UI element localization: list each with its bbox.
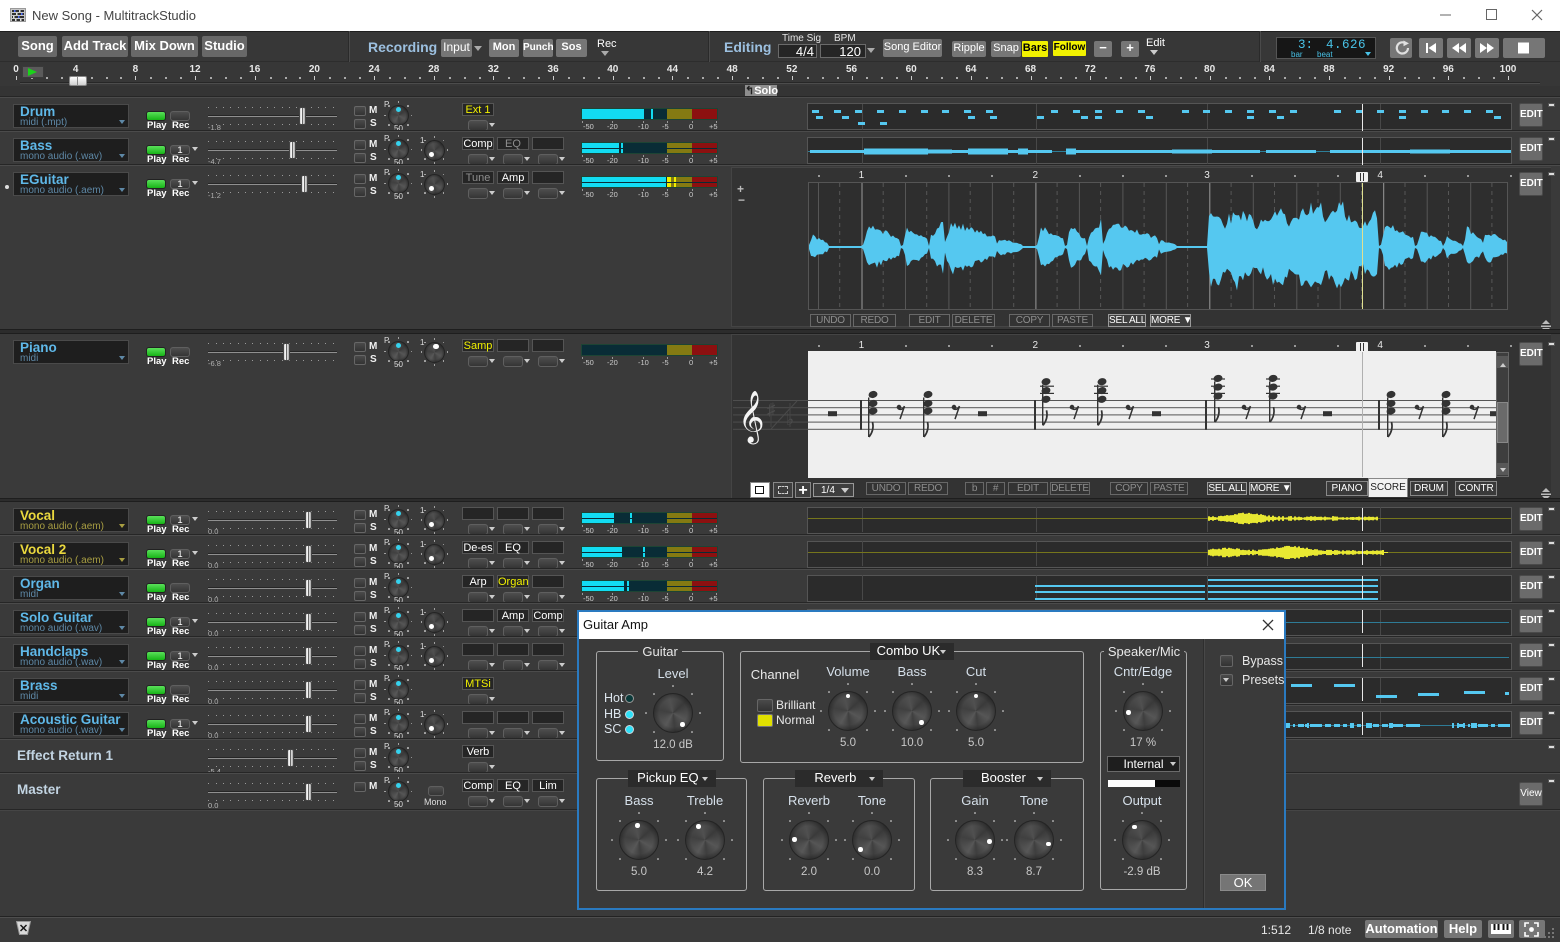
svg-text:𝄞: 𝄞 [738, 392, 765, 445]
